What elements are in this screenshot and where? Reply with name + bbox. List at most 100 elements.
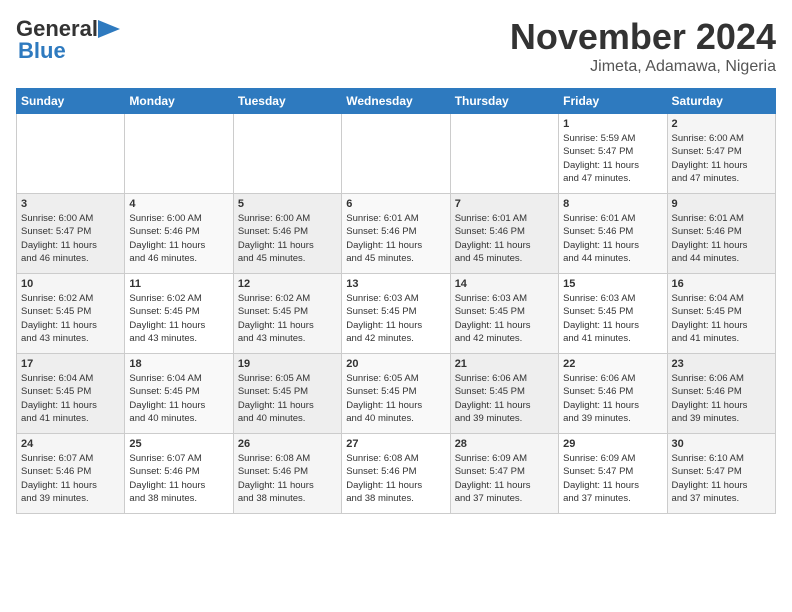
calendar-body: 1Sunrise: 5:59 AM Sunset: 5:47 PM Daylig… [17,114,776,514]
calendar-day-cell: 15Sunrise: 6:03 AM Sunset: 5:45 PM Dayli… [559,274,667,354]
calendar-day-cell: 2 Sunrise: 6:00 AM Sunset: 5:47 PM Daylig… [667,114,775,194]
day-number: 27 [346,438,445,450]
day-of-week-header: Sunday [17,89,125,114]
day-info: Sunrise: 6:01 AM Sunset: 5:46 PM Dayligh… [455,212,554,265]
day-info: Sunrise: 6:08 AM Sunset: 5:46 PM Dayligh… [346,452,445,505]
day-number: 22 [563,358,662,370]
calendar-day-cell: 4 Sunrise: 6:00 AM Sunset: 5:46 PM Daylig… [125,194,233,274]
calendar-day-cell [342,114,450,194]
calendar-table: SundayMondayTuesdayWednesdayThursdayFrid… [16,88,776,514]
day-number: 15 [563,278,662,290]
calendar-day-cell [17,114,125,194]
day-number: 2 [672,118,771,130]
day-info: Sunrise: 6:00 AM Sunset: 5:46 PM Dayligh… [129,212,228,265]
calendar-day-cell: 18 Sunrise: 6:04 AM Sunset: 5:45 PM Dayli… [125,354,233,434]
calendar-day-cell: 12Sunrise: 6:02 AM Sunset: 5:45 PM Dayli… [233,274,341,354]
day-number: 24 [21,438,120,450]
day-number: 14 [455,278,554,290]
day-number: 30 [672,438,771,450]
calendar-day-cell: 24 Sunrise: 6:07 AM Sunset: 5:46 PM Dayli… [17,434,125,514]
day-info: Sunrise: 6:03 AM Sunset: 5:45 PM Dayligh… [455,292,554,345]
day-info: Sunrise: 6:04 AM Sunset: 5:45 PM Dayligh… [21,372,120,425]
day-info: Sunrise: 6:01 AM Sunset: 5:46 PM Dayligh… [672,212,771,265]
calendar-day-cell: 23Sunrise: 6:06 AM Sunset: 5:46 PM Dayli… [667,354,775,434]
calendar-week-row: 3 Sunrise: 6:00 AM Sunset: 5:47 PM Daylig… [17,194,776,274]
day-number: 18 [129,358,228,370]
logo-blue-text: Blue [18,38,66,64]
calendar-week-row: 24 Sunrise: 6:07 AM Sunset: 5:46 PM Dayli… [17,434,776,514]
day-info: Sunrise: 6:08 AM Sunset: 5:46 PM Dayligh… [238,452,337,505]
day-info: Sunrise: 6:07 AM Sunset: 5:46 PM Dayligh… [21,452,120,505]
day-of-week-header: Monday [125,89,233,114]
month-title: November 2024 [510,16,776,58]
day-number: 16 [672,278,771,290]
location: Jimeta, Adamawa, Nigeria [510,58,776,76]
calendar-day-cell: 13 Sunrise: 6:03 AM Sunset: 5:45 PM Dayli… [342,274,450,354]
day-of-week-header: Saturday [667,89,775,114]
day-info: Sunrise: 6:00 AM Sunset: 5:47 PM Dayligh… [21,212,120,265]
calendar-week-row: 10 Sunrise: 6:02 AM Sunset: 5:45 PM Dayli… [17,274,776,354]
day-info: Sunrise: 6:03 AM Sunset: 5:45 PM Dayligh… [346,292,445,345]
calendar-day-cell: 26 Sunrise: 6:08 AM Sunset: 5:46 PM Dayli… [233,434,341,514]
logo-arrow-icon [98,20,120,38]
calendar-day-cell: 19Sunrise: 6:05 AM Sunset: 5:45 PM Dayli… [233,354,341,434]
day-number: 29 [563,438,662,450]
calendar-day-cell: 25 Sunrise: 6:07 AM Sunset: 5:46 PM Dayli… [125,434,233,514]
day-number: 23 [672,358,771,370]
calendar-day-cell: 10 Sunrise: 6:02 AM Sunset: 5:45 PM Dayli… [17,274,125,354]
title-block: November 2024 Jimeta, Adamawa, Nigeria [510,16,776,76]
day-number: 19 [238,358,337,370]
day-info: Sunrise: 6:07 AM Sunset: 5:46 PM Dayligh… [129,452,228,505]
day-info: Sunrise: 6:00 AM Sunset: 5:46 PM Dayligh… [238,212,337,265]
day-number: 4 [129,198,228,210]
day-number: 9 [672,198,771,210]
calendar-day-cell: 17 Sunrise: 6:04 AM Sunset: 5:45 PM Dayli… [17,354,125,434]
calendar-day-cell: 3 Sunrise: 6:00 AM Sunset: 5:47 PM Daylig… [17,194,125,274]
day-info: Sunrise: 6:02 AM Sunset: 5:45 PM Dayligh… [238,292,337,345]
day-info: Sunrise: 6:01 AM Sunset: 5:46 PM Dayligh… [346,212,445,265]
calendar-day-cell: 28 Sunrise: 6:09 AM Sunset: 5:47 PM Dayli… [450,434,558,514]
day-number: 3 [21,198,120,210]
day-info: Sunrise: 6:09 AM Sunset: 5:47 PM Dayligh… [563,452,662,505]
calendar-day-cell [233,114,341,194]
day-info: Sunrise: 6:00 AM Sunset: 5:47 PM Dayligh… [672,132,771,185]
day-info: Sunrise: 6:02 AM Sunset: 5:45 PM Dayligh… [129,292,228,345]
day-number: 26 [238,438,337,450]
calendar-day-cell: 6 Sunrise: 6:01 AM Sunset: 5:46 PM Daylig… [342,194,450,274]
day-number: 1 [563,118,662,130]
day-info: Sunrise: 6:06 AM Sunset: 5:46 PM Dayligh… [563,372,662,425]
calendar-week-row: 17 Sunrise: 6:04 AM Sunset: 5:45 PM Dayli… [17,354,776,434]
calendar-day-cell: 22 Sunrise: 6:06 AM Sunset: 5:46 PM Dayli… [559,354,667,434]
logo: General Blue [16,16,120,64]
day-of-week-header: Wednesday [342,89,450,114]
calendar-day-cell: 21Sunrise: 6:06 AM Sunset: 5:45 PM Dayli… [450,354,558,434]
calendar-day-cell: 29 Sunrise: 6:09 AM Sunset: 5:47 PM Dayli… [559,434,667,514]
calendar-week-row: 1Sunrise: 5:59 AM Sunset: 5:47 PM Daylig… [17,114,776,194]
day-number: 28 [455,438,554,450]
day-number: 13 [346,278,445,290]
day-of-week-header: Friday [559,89,667,114]
page-header: General Blue November 2024 Jimeta, Adama… [16,16,776,76]
day-number: 5 [238,198,337,210]
calendar-day-cell: 5 Sunrise: 6:00 AM Sunset: 5:46 PM Daylig… [233,194,341,274]
calendar-day-cell [125,114,233,194]
calendar-day-cell: 9 Sunrise: 6:01 AM Sunset: 5:46 PM Daylig… [667,194,775,274]
day-info: Sunrise: 6:06 AM Sunset: 5:45 PM Dayligh… [455,372,554,425]
day-number: 20 [346,358,445,370]
day-number: 6 [346,198,445,210]
day-number: 25 [129,438,228,450]
day-info: Sunrise: 6:04 AM Sunset: 5:45 PM Dayligh… [129,372,228,425]
day-info: Sunrise: 6:05 AM Sunset: 5:45 PM Dayligh… [346,372,445,425]
calendar-day-cell: 8Sunrise: 6:01 AM Sunset: 5:46 PM Daylig… [559,194,667,274]
day-number: 10 [21,278,120,290]
day-info: Sunrise: 6:09 AM Sunset: 5:47 PM Dayligh… [455,452,554,505]
day-number: 7 [455,198,554,210]
day-info: Sunrise: 6:02 AM Sunset: 5:45 PM Dayligh… [21,292,120,345]
day-info: Sunrise: 6:01 AM Sunset: 5:46 PM Dayligh… [563,212,662,265]
calendar-header-row: SundayMondayTuesdayWednesdayThursdayFrid… [17,89,776,114]
calendar-day-cell [450,114,558,194]
calendar-day-cell: 1Sunrise: 5:59 AM Sunset: 5:47 PM Daylig… [559,114,667,194]
day-number: 17 [21,358,120,370]
day-of-week-header: Thursday [450,89,558,114]
day-of-week-header: Tuesday [233,89,341,114]
